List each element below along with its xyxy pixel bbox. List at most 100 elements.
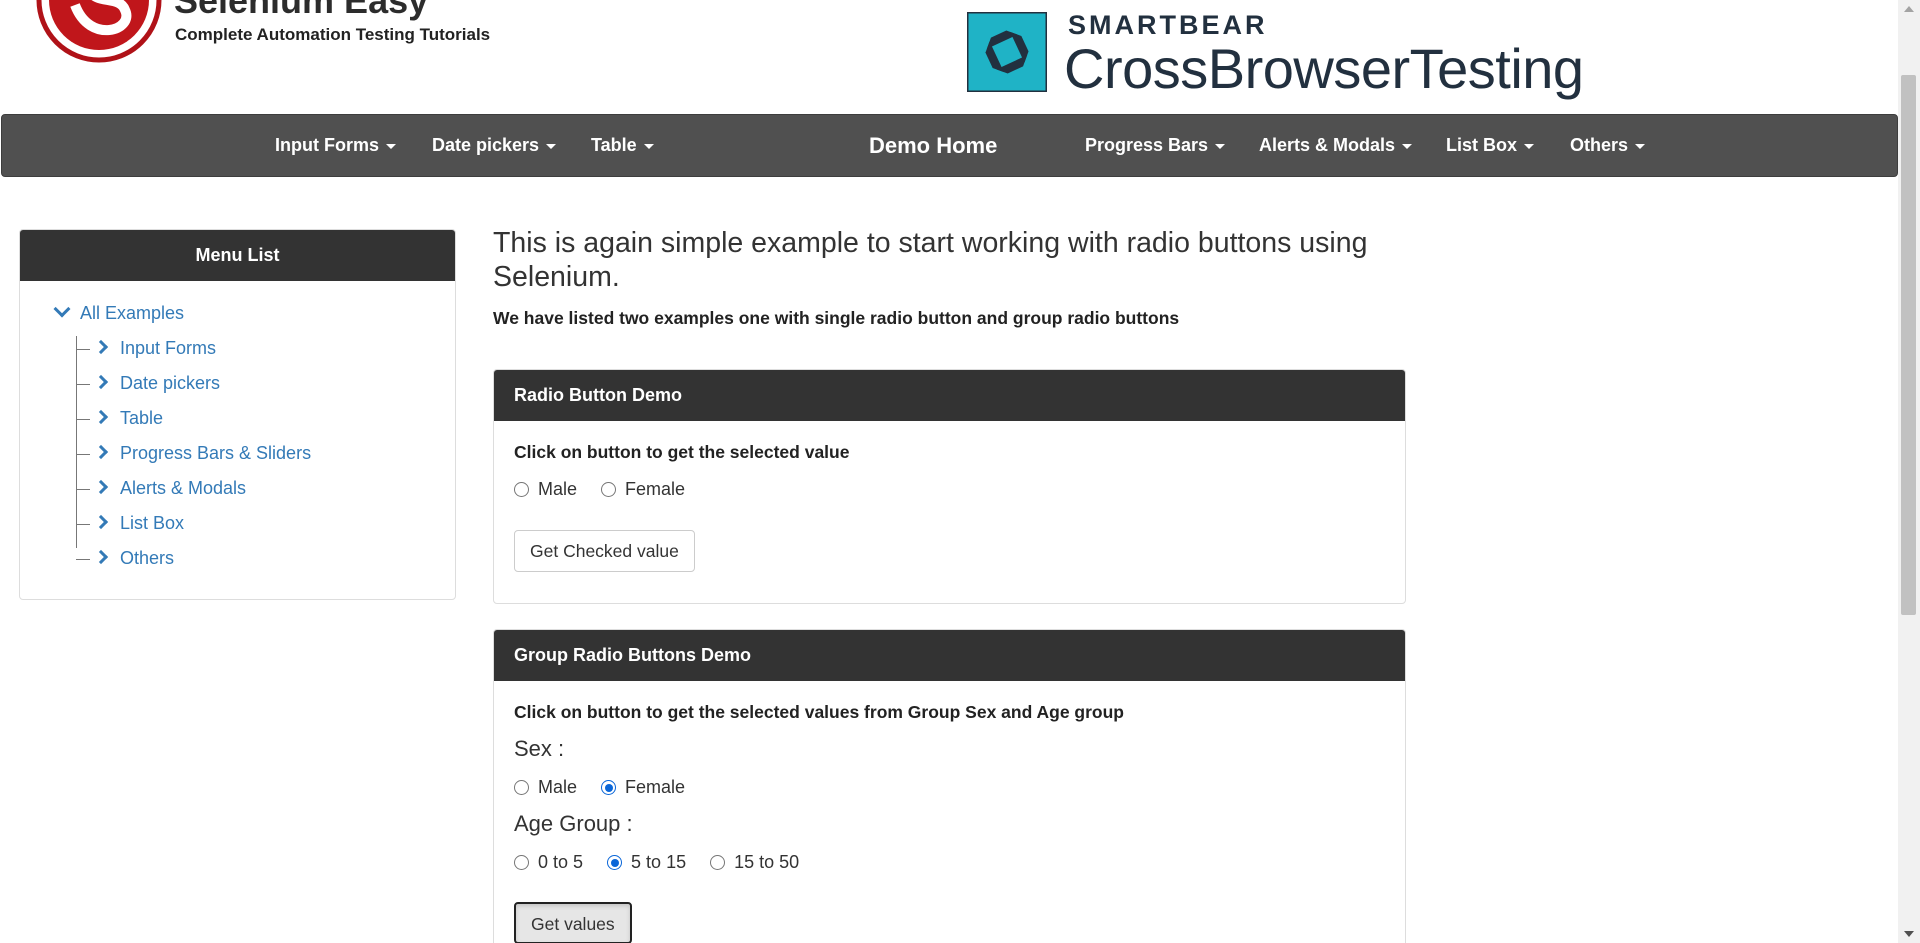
tree-tick (76, 453, 90, 455)
radio-label-female: Female (625, 479, 686, 499)
radio-circle-age-15-50[interactable] (710, 855, 726, 870)
caret-down-icon (643, 143, 654, 149)
tree-tick (76, 558, 90, 560)
caret-down-icon (386, 143, 396, 149)
tree-item-table[interactable]: Table (76, 408, 163, 432)
tree-item-list-box[interactable]: List Box (76, 513, 184, 537)
chevron-right-icon (93, 409, 109, 425)
radio-label-age-5-15: 5 to 15 (631, 852, 687, 872)
nav-others-label: Others (1570, 135, 1629, 155)
radio-label-sex-male: Male (538, 777, 578, 797)
tree-tick (76, 348, 90, 350)
sex-options: Male Female (514, 777, 709, 798)
nav-alerts-modals-label: Alerts & Modals (1259, 135, 1396, 155)
chevron-right-icon (93, 514, 109, 530)
sex-group-label: Sex : (514, 736, 565, 761)
vertical-scrollbar[interactable] (1898, 0, 1920, 943)
nav-input-forms[interactable]: Input Forms (275, 115, 396, 178)
tree-item-label: Date pickers (120, 373, 221, 393)
nav-date-pickers-label: Date pickers (432, 135, 540, 155)
caret-down-icon (1402, 143, 1413, 149)
tree-root-label: All Examples (80, 303, 185, 323)
radio-circle-sex-female[interactable] (601, 780, 617, 795)
nav-demo-home-label: Demo Home (869, 133, 998, 158)
caret-down-icon (1215, 143, 1226, 149)
group-demo-heading: Group Radio Buttons Demo (494, 630, 1405, 681)
age-options: 0 to 5 5 to 15 15 to 50 (514, 852, 823, 873)
tree-tick (76, 383, 90, 385)
nav-demo-home[interactable]: Demo Home (869, 115, 997, 178)
radio-label-age-0-5: 0 to 5 (538, 852, 584, 872)
nav-alerts-modals[interactable]: Alerts & Modals (1259, 115, 1413, 178)
radio-label-male: Male (538, 479, 578, 499)
selenium-easy-logo[interactable] (35, 0, 163, 65)
site-header: Selenium Easy Complete Automation Testin… (0, 0, 1898, 113)
radio-button-demo-panel: Radio Button Demo Click on button to get… (493, 369, 1406, 604)
caret-down-icon (1635, 143, 1646, 149)
crossbrowsertesting-logo-icon[interactable] (967, 12, 1047, 92)
tree-item-others[interactable]: Others (76, 548, 174, 572)
menu-list-panel: Menu List All Examples Input Forms Date … (19, 229, 456, 600)
radio-circle-female[interactable] (601, 482, 617, 497)
nav-progress-bars-label: Progress Bars (1085, 135, 1209, 155)
tree-tick (76, 488, 90, 490)
nav-input-forms-label: Input Forms (275, 135, 379, 155)
nav-table-label: Table (591, 135, 637, 155)
nav-progress-bars[interactable]: Progress Bars (1085, 115, 1226, 178)
nav-date-pickers[interactable]: Date pickers (432, 115, 557, 178)
chevron-right-icon (93, 339, 109, 355)
radio-demo-options: Male Female (514, 479, 709, 500)
get-values-button[interactable]: Get values (514, 902, 632, 943)
tree-item-date-pickers[interactable]: Date pickers (76, 373, 220, 397)
crossbrowsertesting-wordmark: CrossBrowserTesting (1064, 37, 1584, 100)
menu-list-heading: Menu List (20, 230, 455, 281)
tree-item-label: Alerts & Modals (120, 478, 247, 498)
radio-circle-age-0-5[interactable] (514, 855, 529, 870)
age-radio-15-50[interactable]: 15 to 50 (710, 852, 799, 873)
tree-item-input-forms[interactable]: Input Forms (76, 338, 216, 362)
brand-title: Selenium Easy (174, 0, 429, 21)
radio-male[interactable]: Male (514, 479, 577, 500)
nav-list-box-label: List Box (1446, 135, 1518, 155)
tree-root-all-examples[interactable]: All Examples (53, 300, 185, 324)
group-radio-demo-panel: Group Radio Buttons Demo Click on button… (493, 629, 1406, 943)
tree-item-alerts-modals[interactable]: Alerts & Modals (76, 478, 246, 502)
tree-item-label: List Box (120, 513, 185, 533)
main-navbar: Input Forms Date pickers Table Demo Home… (1, 114, 1898, 177)
nav-others[interactable]: Others (1570, 115, 1646, 178)
chevron-right-icon (93, 374, 109, 390)
tree-item-label: Progress Bars & Sliders (120, 443, 312, 463)
chevron-right-icon (93, 479, 109, 495)
page-title: This is again simple example to start wo… (493, 227, 1368, 293)
caret-down-icon (1524, 143, 1535, 149)
scroll-up-arrow-icon[interactable] (1904, 6, 1914, 12)
radio-label-sex-female: Female (625, 777, 686, 797)
age-group-label: Age Group : (514, 811, 633, 836)
radio-circle-age-5-15[interactable] (607, 855, 623, 870)
radio-circle-sex-male[interactable] (514, 780, 529, 795)
radio-label-age-15-50: 15 to 50 (734, 852, 800, 872)
scrollbar-thumb[interactable] (1901, 75, 1916, 615)
chevron-right-icon (93, 444, 109, 460)
scroll-down-arrow-icon[interactable] (1904, 931, 1914, 937)
chevron-right-icon (93, 549, 109, 565)
sex-radio-female[interactable]: Female (601, 777, 685, 798)
radio-female[interactable]: Female (601, 479, 685, 500)
sex-radio-male[interactable]: Male (514, 777, 577, 798)
nav-list-box[interactable]: List Box (1446, 115, 1535, 178)
age-radio-0-5[interactable]: 0 to 5 (514, 852, 583, 873)
age-radio-5-15[interactable]: 5 to 15 (607, 852, 686, 873)
tree-item-progress-bars-sliders[interactable]: Progress Bars & Sliders (76, 443, 311, 467)
radio-demo-instruction: Click on button to get the selected valu… (514, 442, 850, 462)
caret-down-icon (546, 143, 557, 149)
tree-item-label: Others (120, 548, 175, 568)
get-checked-value-button[interactable]: Get Checked value (514, 530, 695, 572)
brand-tagline: Complete Automation Testing Tutorials (175, 25, 491, 44)
radio-demo-heading: Radio Button Demo (494, 370, 1405, 421)
tree-tick (76, 418, 90, 420)
group-demo-instruction: Click on button to get the selected valu… (514, 702, 1124, 722)
radio-circle-male[interactable] (514, 482, 529, 497)
nav-table[interactable]: Table (591, 115, 654, 178)
tree-item-label: Input Forms (120, 338, 217, 358)
chevron-down-icon (53, 300, 71, 318)
